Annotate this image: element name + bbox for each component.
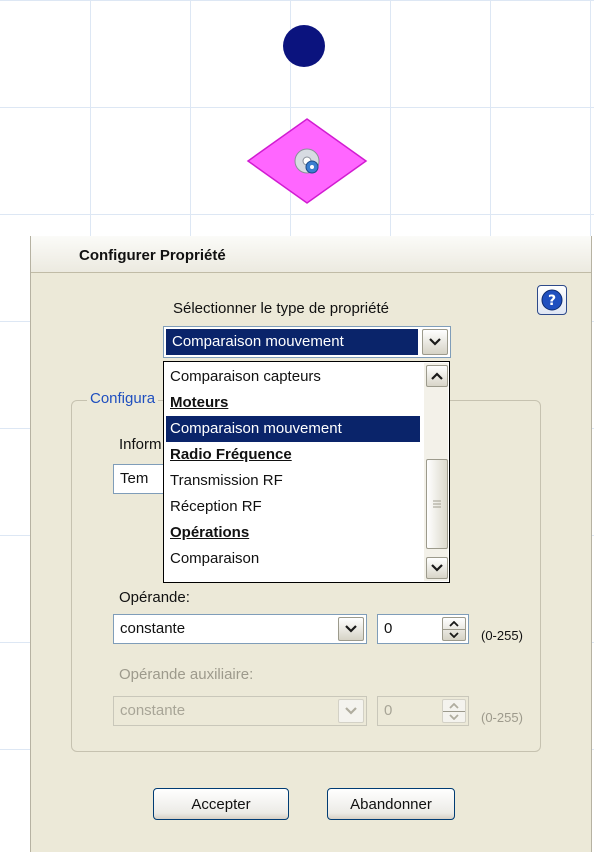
information-label: Inform bbox=[119, 436, 162, 453]
diamond-node[interactable] bbox=[246, 117, 368, 205]
auxiliary-operand-select[interactable]: constante bbox=[113, 696, 367, 726]
operand-select[interactable]: constante bbox=[113, 614, 367, 644]
circle-node[interactable] bbox=[283, 25, 325, 67]
auxiliary-range-label: (0-255) bbox=[481, 710, 523, 725]
auxiliary-number-value: 0 bbox=[384, 702, 393, 719]
help-icon: ? bbox=[541, 289, 563, 311]
svg-text:?: ? bbox=[548, 293, 556, 309]
property-type-label: Sélectionner le type de propriété bbox=[173, 300, 389, 317]
dialog-title: Configurer Propriété bbox=[79, 247, 226, 264]
auxiliary-operand-value: constante bbox=[120, 702, 186, 719]
help-button[interactable]: ? bbox=[537, 285, 567, 315]
chevron-down-icon[interactable] bbox=[338, 699, 364, 723]
spinner-buttons[interactable] bbox=[442, 617, 466, 641]
configuration-group-legend: Configura bbox=[87, 390, 159, 407]
spin-down-icon[interactable] bbox=[443, 629, 465, 640]
chevron-down-icon bbox=[431, 564, 443, 572]
auxiliary-operand-label: Opérande auxiliaire: bbox=[119, 666, 254, 683]
operand-number-spinner[interactable]: 0 bbox=[377, 614, 469, 644]
dropdown-group-header: Opérations bbox=[170, 524, 250, 541]
dropdown-group-header: Radio Fréquence bbox=[170, 446, 292, 463]
property-type-select[interactable]: Comparaison mouvement bbox=[163, 326, 451, 358]
scroll-thumb[interactable] bbox=[426, 459, 448, 549]
chevron-up-icon bbox=[431, 372, 443, 380]
disc-icon bbox=[294, 148, 320, 174]
configure-property-dialog: Configurer Propriété ? Sélectionner le t… bbox=[30, 236, 592, 852]
accept-button[interactable]: Accepter bbox=[153, 788, 289, 820]
scroll-up-button[interactable] bbox=[426, 365, 448, 387]
dropdown-option[interactable]: Réception RF bbox=[166, 494, 420, 520]
dropdown-option[interactable]: Transmission RF bbox=[166, 468, 420, 494]
grip-icon bbox=[433, 500, 441, 508]
cancel-button[interactable]: Abandonner bbox=[327, 788, 455, 820]
chevron-down-icon[interactable] bbox=[338, 617, 364, 641]
operand-number-value: 0 bbox=[384, 620, 393, 637]
spinner-buttons[interactable] bbox=[442, 699, 466, 723]
dropdown-scrollbar[interactable] bbox=[424, 363, 448, 581]
dropdown-option-selected[interactable]: Comparaison mouvement bbox=[166, 416, 420, 442]
dropdown-group-header: Moteurs bbox=[170, 394, 229, 411]
property-type-dropdown-list[interactable]: Comparaison capteurs Moteurs Comparaison… bbox=[163, 361, 450, 583]
operand-range-label: (0-255) bbox=[481, 628, 523, 643]
dropdown-option[interactable]: Comparaison capteurs bbox=[166, 364, 420, 390]
chevron-down-icon[interactable] bbox=[422, 329, 448, 355]
diagram-canvas[interactable] bbox=[0, 0, 594, 235]
operand-value: constante bbox=[120, 620, 186, 637]
dropdown-option[interactable]: Comparaison bbox=[166, 546, 420, 572]
dialog-titlebar[interactable]: Configurer Propriété bbox=[31, 236, 591, 273]
spin-down-icon[interactable] bbox=[443, 711, 465, 722]
auxiliary-number-spinner[interactable]: 0 bbox=[377, 696, 469, 726]
property-type-value: Comparaison mouvement bbox=[166, 329, 418, 355]
information-value: Tem bbox=[120, 470, 149, 487]
operand-label: Opérande: bbox=[119, 589, 190, 606]
scroll-down-button[interactable] bbox=[426, 557, 448, 579]
